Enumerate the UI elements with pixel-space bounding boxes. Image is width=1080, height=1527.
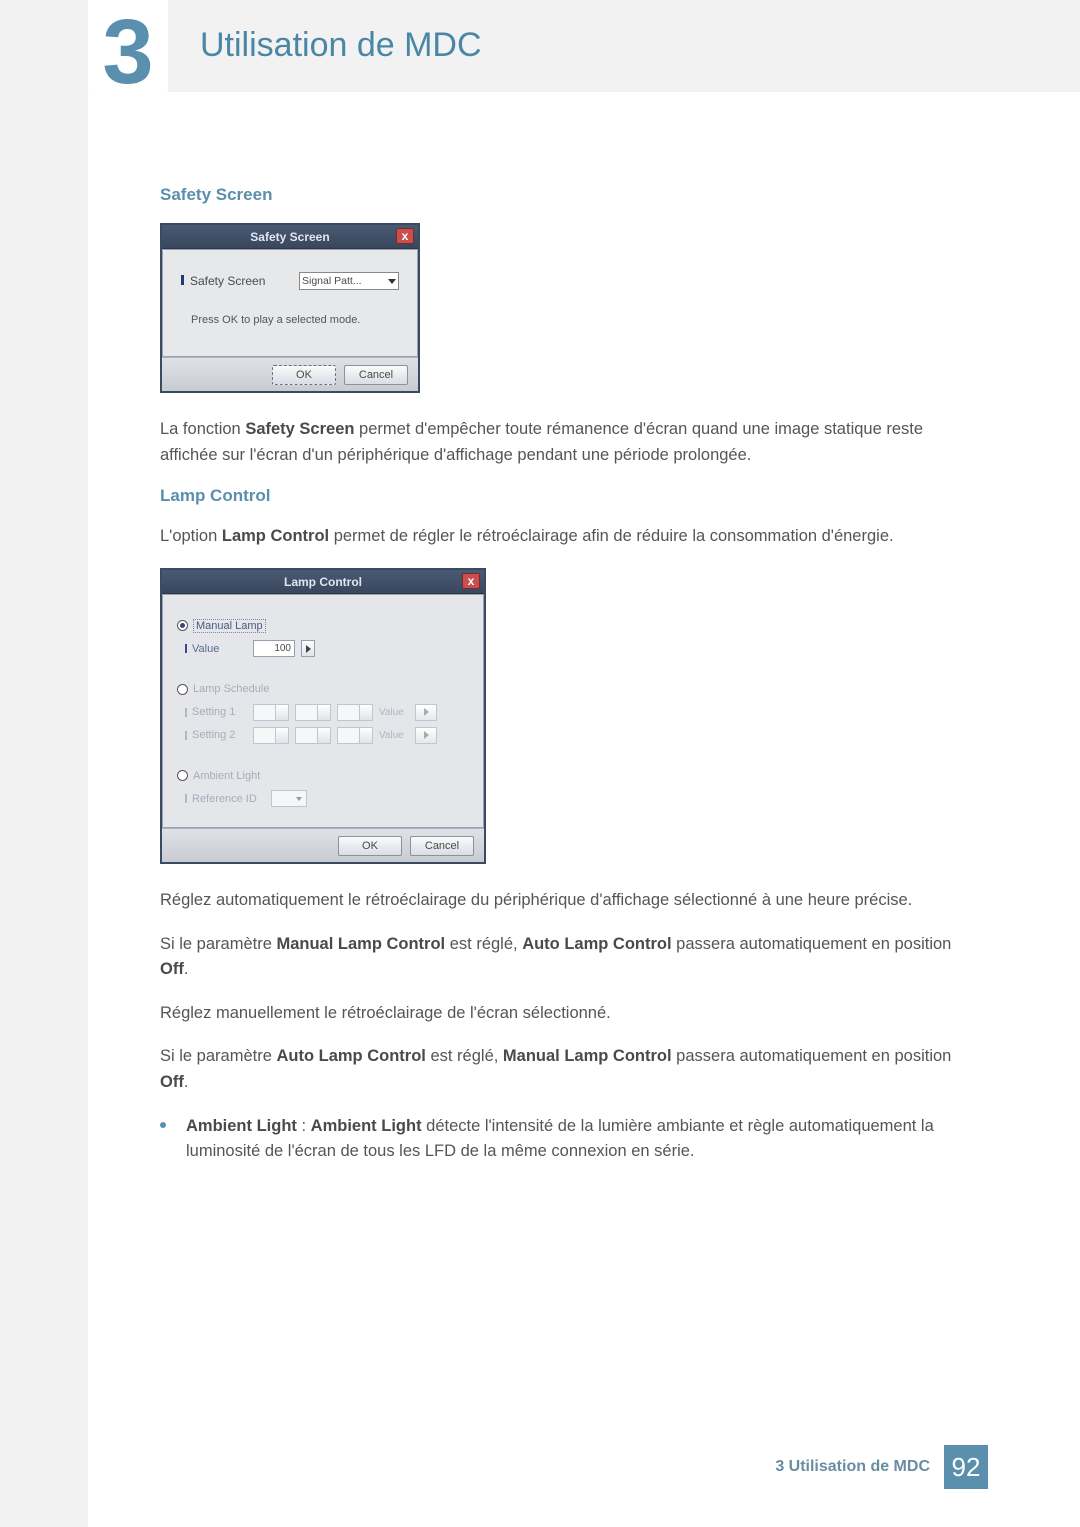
chapter-number: 3 xyxy=(102,11,153,94)
setting2-spinner-ampm[interactable] xyxy=(337,727,373,744)
arrow-right-icon xyxy=(424,708,429,716)
lamp-dlg-header: Lamp Control x xyxy=(162,570,484,594)
reference-id-row: Reference ID xyxy=(177,784,469,807)
manual-lamp-legend[interactable]: Manual Lamp xyxy=(177,619,266,633)
safety-dlg-footer: OK Cancel xyxy=(162,357,418,391)
safety-dlg-title: Safety Screen xyxy=(250,230,329,244)
ok-button[interactable]: OK xyxy=(272,365,336,385)
safety-dialog: Safety Screen x Safety Screen Signal Pat… xyxy=(160,223,420,393)
close-icon[interactable]: x xyxy=(462,573,480,589)
radio-off-icon[interactable] xyxy=(177,770,188,781)
value-input[interactable]: 100 xyxy=(253,640,295,657)
setting1-spinner-ampm[interactable] xyxy=(337,704,373,721)
setting1-label: Setting 1 xyxy=(185,706,247,718)
ambient-light-text: Ambient Light : Ambient Light détecte l'… xyxy=(186,1114,970,1165)
safety-row: Safety Screen Signal Patt... xyxy=(181,272,399,290)
setting1-row: Setting 1 Value xyxy=(177,698,469,721)
setting2-value-slider[interactable] xyxy=(415,727,437,744)
content-area: Safety Screen Safety Screen x Safety Scr… xyxy=(160,185,970,1165)
safety-dlg-message: Press OK to play a selected mode. xyxy=(191,314,399,326)
ambient-light-legend[interactable]: Ambient Light xyxy=(177,770,260,782)
setting2-spinner-h[interactable] xyxy=(253,727,289,744)
cancel-button[interactable]: Cancel xyxy=(410,836,474,856)
arrow-right-icon xyxy=(306,645,311,653)
radio-off-icon[interactable] xyxy=(177,684,188,695)
setting2-row: Setting 2 Value xyxy=(177,721,469,744)
page-footer: 3 Utilisation de MDC 92 xyxy=(88,1445,988,1489)
sidebar-strip xyxy=(0,0,88,1527)
close-icon[interactable]: x xyxy=(396,228,414,244)
chapter-title: Utilisation de MDC xyxy=(200,26,482,65)
setting1-value-label: Value xyxy=(379,707,409,718)
ambient-light-bullet: Ambient Light : Ambient Light détecte l'… xyxy=(160,1114,970,1165)
reference-id-select[interactable] xyxy=(271,790,307,807)
lamp-dialog: Lamp Control x Manual Lamp Value 100 Lam… xyxy=(160,568,486,865)
chevron-down-icon xyxy=(296,797,302,801)
bullet-icon xyxy=(160,1122,166,1128)
safety-select-value: Signal Patt... xyxy=(302,275,362,287)
setting2-label: Setting 2 xyxy=(185,729,247,741)
manual-lamp-group: Manual Lamp Value 100 xyxy=(177,609,469,658)
radio-on-icon[interactable] xyxy=(177,620,188,631)
value-row: Value 100 xyxy=(177,634,469,657)
lamp-p3: Réglez manuellement le rétroéclairage de… xyxy=(160,1001,970,1027)
safety-row-label: Safety Screen xyxy=(181,274,265,288)
reference-id-label: Reference ID xyxy=(185,793,265,805)
value-slider-button[interactable] xyxy=(301,640,315,657)
arrow-right-icon xyxy=(424,731,429,739)
cancel-button[interactable]: Cancel xyxy=(344,365,408,385)
safety-mode-select[interactable]: Signal Patt... xyxy=(299,272,399,290)
lamp-schedule-legend[interactable]: Lamp Schedule xyxy=(177,683,269,695)
lamp-p1: Réglez automatiquement le rétroéclairage… xyxy=(160,888,970,914)
ambient-light-group: Ambient Light Reference ID xyxy=(177,760,469,808)
page-number: 92 xyxy=(944,1445,988,1489)
lamp-schedule-group: Lamp Schedule Setting 1 Value Setting 2 … xyxy=(177,673,469,744)
chevron-down-icon xyxy=(388,279,396,284)
lamp-dlg-title: Lamp Control xyxy=(284,575,362,589)
lamp-dlg-footer: OK Cancel xyxy=(162,828,484,862)
footer-text: 3 Utilisation de MDC xyxy=(775,1458,930,1476)
setting2-spinner-m[interactable] xyxy=(295,727,331,744)
setting1-spinner-h[interactable] xyxy=(253,704,289,721)
safety-dlg-header: Safety Screen x xyxy=(162,225,418,249)
safety-heading: Safety Screen xyxy=(160,185,970,205)
setting1-spinner-m[interactable] xyxy=(295,704,331,721)
setting2-value-label: Value xyxy=(379,730,409,741)
safety-description: La fonction Safety Screen permet d'empêc… xyxy=(160,417,970,468)
lamp-intro: L'option Lamp Control permet de régler l… xyxy=(160,524,970,550)
value-label: Value xyxy=(185,643,247,655)
ok-button[interactable]: OK xyxy=(338,836,402,856)
setting1-value-slider[interactable] xyxy=(415,704,437,721)
safety-dlg-body: Safety Screen Signal Patt... Press OK to… xyxy=(162,249,418,357)
lamp-heading: Lamp Control xyxy=(160,486,970,506)
lamp-p4: Si le paramètre Auto Lamp Control est ré… xyxy=(160,1044,970,1095)
chapter-tab: 3 xyxy=(88,0,168,105)
lamp-p2: Si le paramètre Manual Lamp Control est … xyxy=(160,932,970,983)
lamp-dlg-body: Manual Lamp Value 100 Lamp Schedule Sett… xyxy=(162,594,484,829)
